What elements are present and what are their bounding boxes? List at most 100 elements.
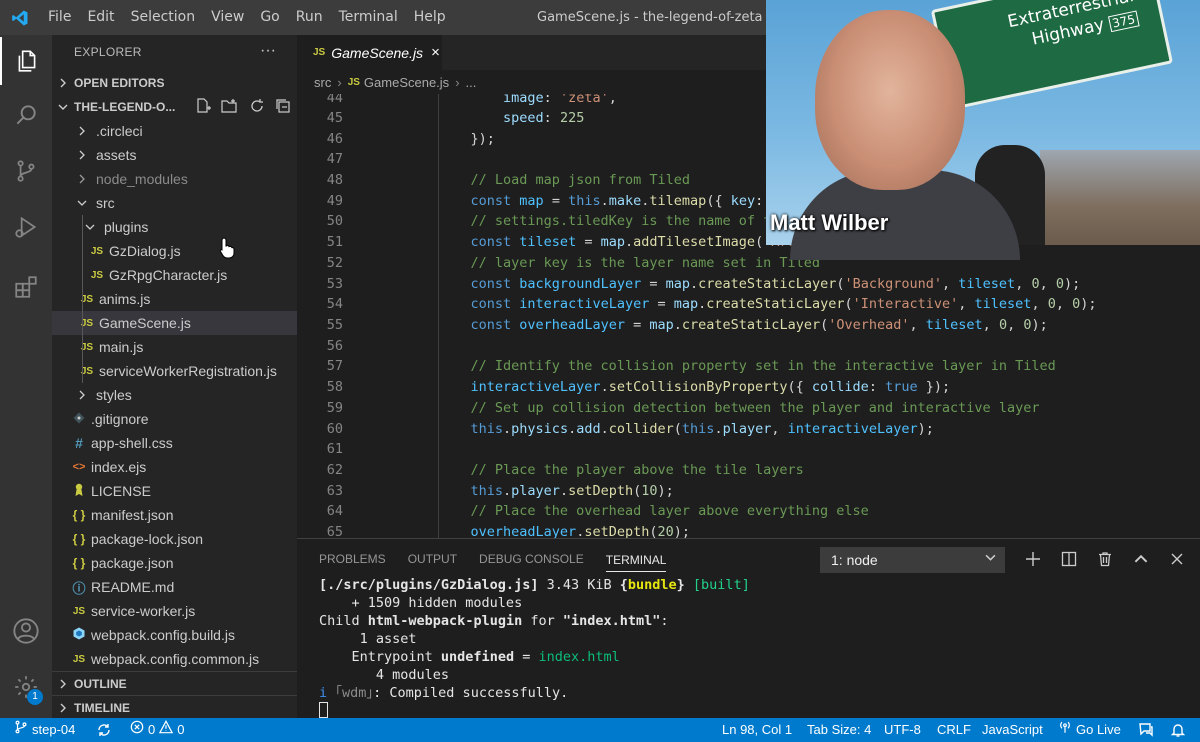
- collapse-all-icon[interactable]: [275, 98, 291, 117]
- tree-folder-assets[interactable]: assets: [52, 143, 297, 167]
- breadcrumb-more[interactable]: ...: [466, 75, 477, 90]
- line-number: 63: [326, 483, 343, 499]
- menu-run[interactable]: Run: [288, 0, 331, 35]
- tree-file-package[interactable]: { } package.json: [52, 551, 297, 575]
- tree-file-index-ejs[interactable]: <> index.ejs: [52, 455, 297, 479]
- tree-file-anims[interactable]: JS anims.js: [52, 287, 297, 311]
- json-file-icon: { }: [72, 508, 86, 522]
- chevron-down-icon: [52, 102, 74, 112]
- tab-output[interactable]: OUTPUT: [408, 552, 457, 566]
- close-icon[interactable]: ×: [431, 44, 440, 61]
- manage-badge: 1: [27, 689, 43, 705]
- line-number: 45: [326, 110, 343, 126]
- line-number: 46: [326, 131, 343, 147]
- line-number: 54: [326, 296, 343, 312]
- line-number: 48: [326, 172, 343, 188]
- tree-file-readme[interactable]: ⓘ README.md: [52, 575, 297, 599]
- warning-icon: [159, 718, 174, 742]
- tree-file-manifest[interactable]: { } manifest.json: [52, 503, 297, 527]
- tree-file-gzdialog[interactable]: JS GzDialog.js: [52, 239, 297, 263]
- accounts-icon[interactable]: [0, 607, 52, 655]
- menu-view[interactable]: View: [203, 0, 252, 35]
- extensions-icon[interactable]: [0, 263, 52, 311]
- explorer-icon[interactable]: [0, 37, 52, 85]
- menu-edit[interactable]: Edit: [79, 0, 122, 35]
- tree-file-package-lock[interactable]: { } package-lock.json: [52, 527, 297, 551]
- tree-file-gamescene[interactable]: JS GameScene.js: [52, 311, 297, 335]
- code-line: 54 const interactiveLayer = map.createSt…: [297, 294, 1097, 315]
- breadcrumb-file[interactable]: GameScene.js: [364, 75, 449, 90]
- code-line: 57 // Identify the collision property se…: [297, 356, 1056, 377]
- tree-file-gzrpgcharacter[interactable]: JS GzRpgCharacter.js: [52, 263, 297, 287]
- status-cursor-position[interactable]: Ln 98, Col 1: [722, 718, 792, 742]
- tree-folder-node-modules[interactable]: node_modules: [52, 167, 297, 191]
- chevron-right-icon: [74, 174, 90, 184]
- explorer-more-button[interactable]: ···: [260, 35, 276, 67]
- menu-selection[interactable]: Selection: [123, 0, 204, 35]
- manage-gear-icon[interactable]: 1: [0, 663, 52, 711]
- line-number: 53: [326, 276, 343, 292]
- tree-label: README.md: [91, 579, 175, 595]
- tree-folder-styles[interactable]: styles: [52, 383, 297, 407]
- tree-folder-circleci[interactable]: .circleci: [52, 119, 297, 143]
- tree-folder-plugins[interactable]: plugins: [52, 215, 297, 239]
- status-branch[interactable]: step-04: [14, 718, 75, 742]
- js-file-icon: JS: [72, 653, 86, 665]
- tab-problems[interactable]: PROBLEMS: [319, 552, 386, 566]
- new-folder-icon[interactable]: [221, 98, 239, 117]
- sync-icon[interactable]: [96, 718, 112, 742]
- trash-icon[interactable]: [1094, 547, 1116, 571]
- run-debug-icon[interactable]: [0, 203, 52, 251]
- tree-file-service-worker[interactable]: JS service-worker.js: [52, 599, 297, 623]
- terminal-line: [./src/plugins/GzDialog.js] 3.43 KiB {bu…: [319, 577, 750, 593]
- code-line: 50 // settings.tiledKey is the name of t…: [297, 211, 926, 232]
- tree-folder-src[interactable]: src: [52, 191, 297, 215]
- status-problems[interactable]: 0 0: [130, 718, 184, 742]
- tree-label: GzDialog.js: [109, 243, 181, 259]
- menu-help[interactable]: Help: [406, 0, 454, 35]
- status-tab-size[interactable]: Tab Size: 4: [807, 718, 871, 742]
- refresh-icon[interactable]: [249, 98, 265, 117]
- tab-gamescene[interactable]: JS GameScene.js ×: [297, 35, 442, 70]
- live-share-icon[interactable]: [1138, 718, 1154, 742]
- code-line: 51 const tileset = map.addTilesetImage('…: [297, 232, 926, 253]
- explorer-actions: [195, 95, 291, 119]
- new-file-icon[interactable]: [195, 97, 211, 117]
- notifications-bell-icon[interactable]: [1170, 718, 1186, 742]
- menu-terminal[interactable]: Terminal: [331, 0, 406, 35]
- menu-file[interactable]: File: [40, 0, 79, 35]
- tab-debug-console[interactable]: DEBUG CONSOLE: [479, 552, 584, 566]
- open-editors-header[interactable]: OPEN EDITORS: [52, 71, 297, 95]
- terminal-select[interactable]: 1: node: [820, 547, 1005, 573]
- status-encoding[interactable]: UTF-8: [884, 718, 921, 742]
- status-eol[interactable]: CRLF: [937, 718, 971, 742]
- timeline-header[interactable]: TIMELINE: [52, 695, 297, 719]
- line-number: 55: [326, 317, 343, 333]
- status-language[interactable]: JavaScript: [982, 718, 1043, 742]
- tree-file-gitignore[interactable]: .gitignore: [52, 407, 297, 431]
- close-panel-icon[interactable]: [1166, 547, 1188, 571]
- maximize-panel-chevron-up-icon[interactable]: [1130, 547, 1152, 571]
- breadcrumb-folder[interactable]: src: [314, 75, 331, 90]
- search-icon[interactable]: [0, 91, 52, 139]
- tree-file-serviceworkerregistration[interactable]: JS serviceWorkerRegistration.js: [52, 359, 297, 383]
- new-terminal-plus-icon[interactable]: [1022, 547, 1044, 571]
- tree-file-webpack-common[interactable]: JS webpack.config.common.js: [52, 647, 297, 671]
- split-terminal-icon[interactable]: [1058, 547, 1080, 571]
- mouse-pointer-icon: [219, 237, 235, 263]
- tree-file-webpack-build[interactable]: webpack.config.build.js: [52, 623, 297, 647]
- tree-file-main[interactable]: JS main.js: [52, 335, 297, 359]
- js-file-icon: JS: [347, 76, 360, 88]
- terminal-line: + 1509 hidden modules: [319, 595, 523, 611]
- license-file-icon: [70, 483, 88, 500]
- tree-file-app-shell-css[interactable]: # app-shell.css: [52, 431, 297, 455]
- menu-go[interactable]: Go: [252, 0, 287, 35]
- status-go-live[interactable]: Go Live: [1058, 718, 1121, 742]
- tab-terminal[interactable]: TERMINAL: [605, 553, 667, 572]
- tree-file-license[interactable]: LICENSE: [52, 479, 297, 503]
- project-header[interactable]: THE-LEGEND-O...: [52, 95, 297, 119]
- source-control-icon[interactable]: [0, 147, 52, 195]
- outline-header[interactable]: OUTLINE: [52, 671, 297, 695]
- window-title: GameScene.js - the-legend-of-zeta - Vis: [537, 10, 795, 25]
- project-label: THE-LEGEND-O...: [74, 100, 176, 114]
